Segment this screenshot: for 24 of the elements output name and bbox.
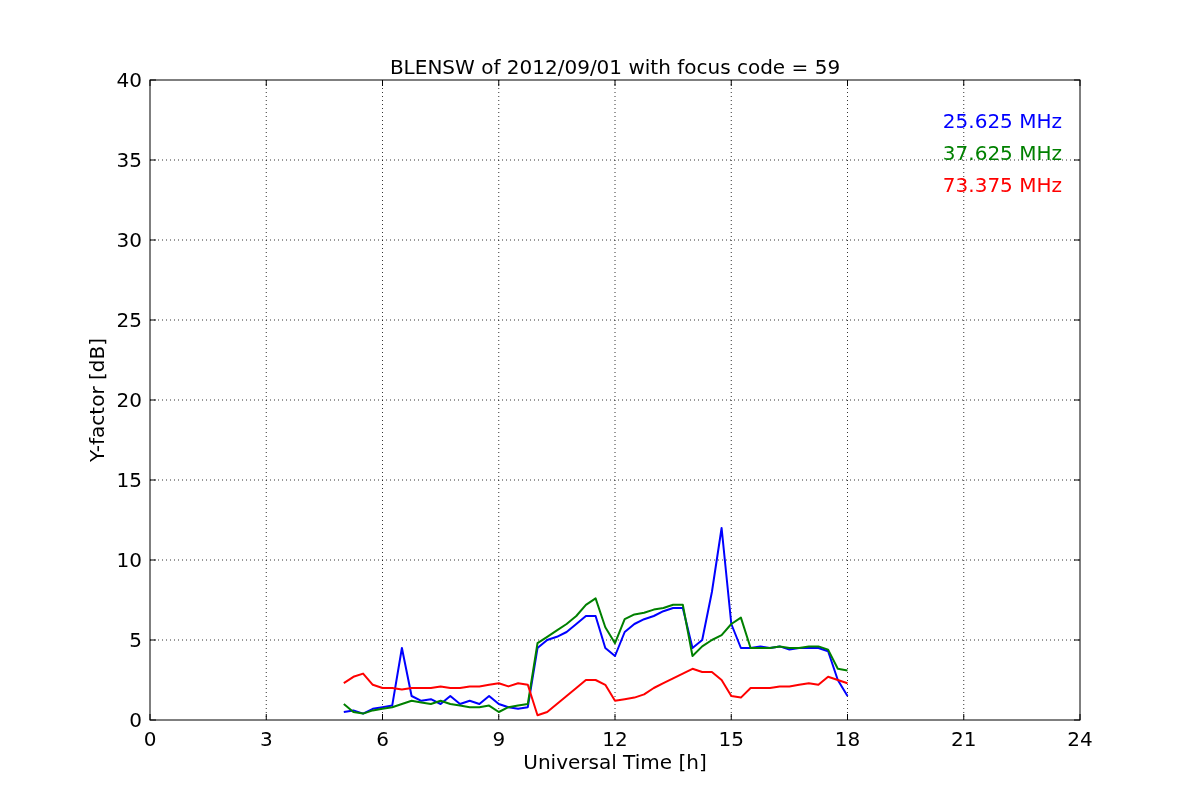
tick-label: 9 [492, 727, 506, 751]
axis-label: Universal Time [h] [523, 750, 707, 774]
tick-label: 12 [602, 727, 628, 751]
tick-label: 15 [116, 468, 142, 492]
tick-label: 6 [376, 727, 389, 751]
axis-label: Y-factor [dB] [85, 338, 109, 462]
tick-label: 20 [116, 388, 142, 412]
tick-label: 25 [116, 308, 142, 332]
tick-label: 0 [143, 727, 157, 751]
tick-label: 35 [116, 148, 142, 172]
legend-label: 73.375 MHz [942, 173, 1062, 197]
tick-label: 24 [1067, 727, 1093, 751]
tick-label: 3 [259, 727, 273, 751]
tick-label: 0 [129, 708, 142, 732]
legend-label: 25.625 MHz [942, 109, 1062, 133]
chart-title: BLENSW of 2012/09/01 with focus code = 59 [389, 55, 841, 79]
tick-label: 5 [129, 628, 142, 652]
tick-label: 21 [951, 727, 977, 751]
legend-label: 37.625 MHz [942, 141, 1062, 165]
tick-label: 15 [718, 727, 744, 751]
tick-label: 40 [116, 68, 142, 92]
tick-label: 30 [116, 228, 142, 252]
tick-label: 10 [116, 548, 142, 572]
tick-label: 18 [834, 727, 861, 751]
